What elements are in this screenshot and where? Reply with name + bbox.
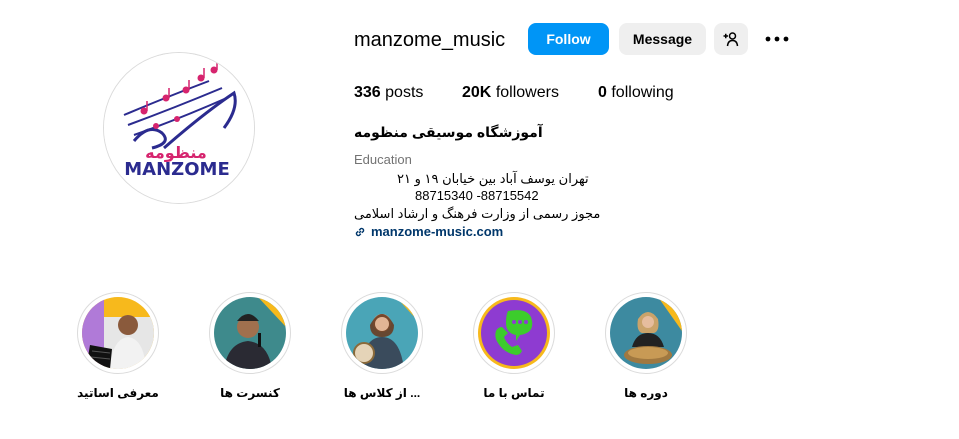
follow-button[interactable]: Follow xyxy=(528,23,609,55)
bio-license: مجوز رسمی از وزارت فرهنگ و ارشاد اسلامی xyxy=(354,206,601,221)
highlight-contact[interactable]: تماس با ما xyxy=(469,292,559,400)
following-label: following xyxy=(611,84,674,101)
following-stat[interactable]: 0 following xyxy=(598,83,674,103)
highlight-label: از کلاس ها ... xyxy=(343,386,421,400)
phone-chat-icon xyxy=(478,297,550,369)
highlight-courses[interactable]: دوره ها xyxy=(601,292,691,400)
highlight-label: معرفی اساتید xyxy=(77,386,159,400)
category-label: Education xyxy=(354,152,412,167)
profile-avatar[interactable]: منظومه MANZOME xyxy=(103,52,255,204)
course-photo xyxy=(610,297,682,369)
followers-label: followers xyxy=(495,84,559,101)
highlight-label: کنسرت ها xyxy=(220,386,280,400)
more-options-button[interactable] xyxy=(764,28,790,50)
highlight-teachers[interactable]: معرفی اساتید xyxy=(73,292,163,400)
suggested-users-button[interactable] xyxy=(714,23,748,55)
singer-photo xyxy=(214,297,286,369)
manzome-logo: منظومه MANZOME xyxy=(104,53,254,203)
highlight-classes[interactable]: از کلاس ها ... xyxy=(337,292,427,400)
more-options-icon xyxy=(765,36,789,42)
followers-stat[interactable]: 20K followers xyxy=(462,83,559,103)
teacher-photo xyxy=(82,297,154,369)
username: manzome_music xyxy=(354,29,506,51)
bio-address: تهران یوسف آباد بین خیابان ۱۹ و ۲۱ xyxy=(397,171,589,186)
full-name: آموزشگاه موسیقی منظومه xyxy=(354,124,543,140)
posts-stat: 336 posts xyxy=(354,83,423,103)
website-link-text: manzome-music.com xyxy=(371,224,504,239)
link-icon xyxy=(355,227,365,237)
highlight-label: دوره ها xyxy=(624,386,668,400)
highlight-concerts[interactable]: کنسرت ها xyxy=(205,292,295,400)
message-button[interactable]: Message xyxy=(619,23,706,55)
bio-phone: 88715340 -88715542 xyxy=(415,188,539,203)
add-person-icon xyxy=(723,32,739,47)
followers-count: 20K xyxy=(462,84,492,101)
posts-label: posts xyxy=(385,84,424,101)
posts-count: 336 xyxy=(354,84,381,101)
following-count: 0 xyxy=(598,84,607,101)
class-photo xyxy=(346,297,418,369)
website-link[interactable]: manzome-music.com xyxy=(354,224,503,240)
highlight-label: تماس با ما xyxy=(483,386,545,400)
svg-text:MANZOME: MANZOME xyxy=(124,159,229,180)
